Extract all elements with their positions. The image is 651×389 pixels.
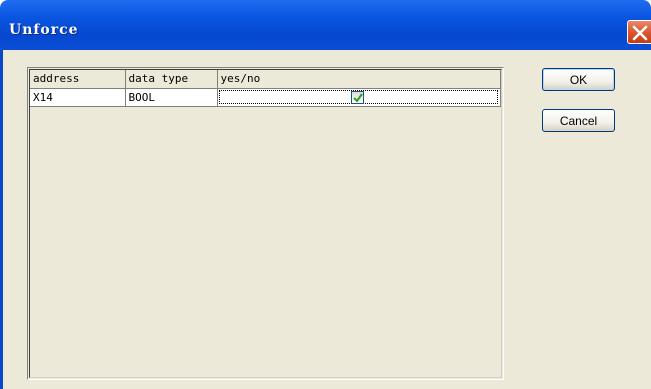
close-x-icon bbox=[632, 25, 648, 41]
column-header-address[interactable]: address bbox=[30, 70, 126, 89]
table-row[interactable]: X14 BOOL bbox=[30, 88, 501, 107]
cancel-button[interactable]: Cancel bbox=[542, 109, 615, 132]
data-grid: address data type yes/no X14 BOOL bbox=[30, 70, 501, 107]
cell-address[interactable]: X14 bbox=[30, 88, 126, 107]
dialog-body: address data type yes/no X14 BOOL OK Can… bbox=[0, 50, 651, 389]
cell-data-type[interactable]: BOOL bbox=[125, 88, 218, 107]
column-header-data-type[interactable]: data type bbox=[125, 70, 218, 89]
yes-no-checkbox[interactable] bbox=[350, 90, 364, 104]
title-bar[interactable]: Unforce bbox=[0, 0, 651, 50]
close-button[interactable] bbox=[627, 20, 651, 44]
checkmark-icon bbox=[352, 92, 363, 103]
window-title: Unforce bbox=[9, 22, 79, 38]
header-row: address data type yes/no bbox=[30, 70, 501, 89]
unforce-dialog: Unforce address data type yes/no X14 BOO… bbox=[0, 0, 651, 389]
cell-yes-no[interactable] bbox=[217, 88, 501, 107]
force-table: address data type yes/no X14 BOOL bbox=[27, 67, 504, 380]
column-header-yes-no[interactable]: yes/no bbox=[217, 70, 501, 89]
ok-button[interactable]: OK bbox=[542, 68, 615, 91]
